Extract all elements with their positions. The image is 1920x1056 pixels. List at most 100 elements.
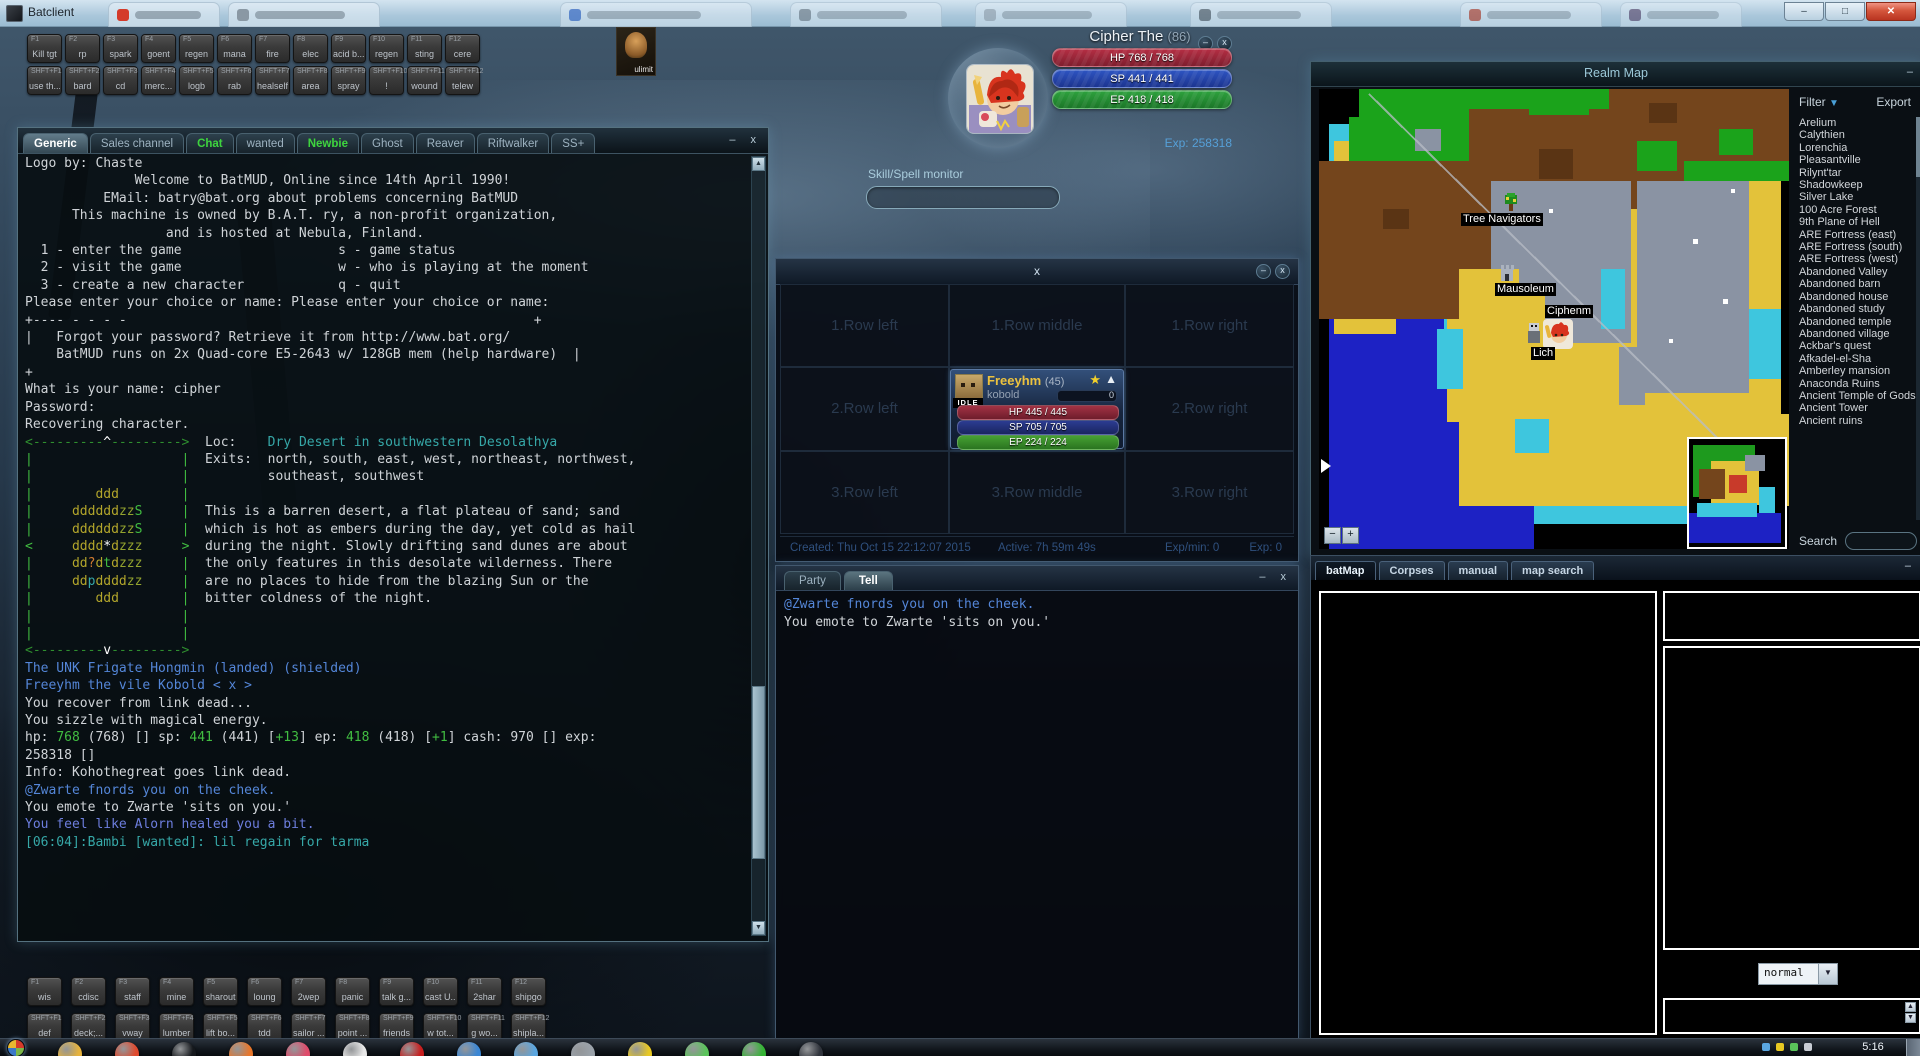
hotkey-button[interactable]: SHFT+F1 use th... bbox=[27, 66, 62, 95]
terminal-tab[interactable]: Sales channel bbox=[89, 133, 185, 153]
player-avatar[interactable] bbox=[966, 64, 1034, 134]
hotkey-button[interactable]: SHFT+F8 area bbox=[293, 66, 328, 95]
hotkey-button[interactable]: SHFT+F3 cd bbox=[103, 66, 138, 95]
realm-map-canvas[interactable]: Tree Navigators Mausoleum Ciphenm Lich −… bbox=[1319, 89, 1789, 549]
map-location-item[interactable]: Ackbar's quest bbox=[1799, 340, 1917, 352]
hotkey-button[interactable]: F4 goent bbox=[141, 34, 176, 63]
flash-icon[interactable] bbox=[400, 1042, 424, 1056]
terminal-window-controls[interactable]: – x bbox=[729, 134, 762, 146]
maximize-button[interactable]: □ bbox=[1825, 2, 1865, 21]
chat-window-controls[interactable]: – x bbox=[1259, 571, 1292, 583]
map-location-item[interactable]: Ancient ruins bbox=[1799, 415, 1917, 427]
background-browser-tab[interactable] bbox=[108, 2, 220, 27]
party-slot[interactable]: 2.Row right bbox=[1125, 367, 1294, 451]
party-member-card[interactable]: IDLE Freeyhm (45) ★ ▲ kobold 0 HP 445 / … bbox=[950, 368, 1124, 450]
hotkey-button[interactable]: SHFT+F6 rab bbox=[217, 66, 252, 95]
minimap-overview[interactable] bbox=[1687, 437, 1787, 549]
terminal-tab[interactable]: SS+ bbox=[551, 133, 596, 153]
minimize-button[interactable]: – bbox=[1784, 2, 1824, 21]
batmap-map-box[interactable] bbox=[1319, 591, 1657, 1035]
party-slot[interactable]: 2.Row left bbox=[780, 367, 949, 451]
map-location-item[interactable]: Silver Lake bbox=[1799, 191, 1917, 203]
map-location-item[interactable]: 100 Acre Forest bbox=[1799, 204, 1917, 216]
tray-icon[interactable] bbox=[1762, 1043, 1770, 1051]
tree-navigators-label[interactable]: Tree Navigators bbox=[1461, 213, 1543, 226]
white-ring-icon[interactable] bbox=[343, 1042, 367, 1056]
map-location-item[interactable]: Abandoned house bbox=[1799, 291, 1917, 303]
map-location-item[interactable]: Abandoned temple bbox=[1799, 316, 1917, 328]
map-mode-dropdown[interactable]: normal ▼ bbox=[1758, 963, 1838, 985]
hotkey-button[interactable]: F3 spark bbox=[103, 34, 138, 63]
photo-icon[interactable] bbox=[685, 1042, 709, 1056]
map-zoom-in-button[interactable]: + bbox=[1342, 527, 1359, 544]
hotkey-button[interactable]: F10 cast U... bbox=[423, 977, 458, 1006]
party-grid-titlebar[interactable]: x – x bbox=[776, 259, 1298, 285]
terminal-tab[interactable]: wanted bbox=[235, 133, 295, 153]
terminal-scrollbar[interactable]: ▲ ▼ bbox=[751, 156, 766, 936]
hotkey-button[interactable]: F12 shipgo bbox=[511, 977, 546, 1006]
terminal-tab[interactable]: Newbie bbox=[296, 133, 359, 153]
hotkey-button[interactable]: F8 panic bbox=[335, 977, 370, 1006]
background-browser-tab[interactable] bbox=[975, 2, 1127, 27]
hotkey-button[interactable]: F11 2shar bbox=[467, 977, 502, 1006]
party-slot[interactable]: 1.Row right bbox=[1125, 284, 1294, 368]
hotkey-button[interactable]: F2 cdisc bbox=[71, 977, 106, 1006]
blue-globe-icon[interactable] bbox=[457, 1042, 481, 1056]
party-slot[interactable]: 1.Row left bbox=[780, 284, 949, 368]
hotkey-button[interactable]: F5 sharout bbox=[203, 977, 238, 1006]
hotkey-button[interactable]: SHFT+F7 healself bbox=[255, 66, 290, 95]
dropdown-arrow-icon[interactable]: ▼ bbox=[1818, 964, 1837, 984]
map-location-item[interactable]: Lorenchia bbox=[1799, 142, 1917, 154]
map-location-item[interactable]: Anaconda Ruins bbox=[1799, 378, 1917, 390]
lich-icon[interactable] bbox=[1525, 321, 1543, 345]
hotkey-button[interactable]: F8 elec bbox=[293, 34, 328, 63]
chat-tab[interactable]: Party bbox=[784, 571, 841, 590]
map-location-item[interactable]: ARE Fortress (east) bbox=[1799, 229, 1917, 241]
hotkey-button[interactable]: F6 loung bbox=[247, 977, 282, 1006]
map-location-item[interactable]: Abandoned study bbox=[1799, 303, 1917, 315]
hotkey-button[interactable]: F10 regen bbox=[369, 34, 404, 63]
background-browser-tab[interactable] bbox=[1460, 2, 1602, 27]
hotkey-button[interactable]: F7 2wep bbox=[291, 977, 326, 1006]
background-browser-tab[interactable] bbox=[560, 2, 752, 27]
background-browser-tab[interactable] bbox=[1190, 2, 1332, 27]
scroll-down-icon[interactable]: ▼ bbox=[752, 921, 765, 935]
hotkey-button[interactable]: SHFT+F12 telew bbox=[445, 66, 483, 95]
map-location-item[interactable]: Shadowkeep bbox=[1799, 179, 1917, 191]
batmap-tab[interactable]: batMap bbox=[1315, 561, 1376, 580]
background-browser-tab[interactable] bbox=[228, 2, 380, 27]
search-input[interactable] bbox=[1845, 532, 1917, 550]
mausoleum-icon[interactable] bbox=[1499, 263, 1515, 281]
batmap-tab[interactable]: map search bbox=[1511, 561, 1595, 580]
map-location-item[interactable]: Abandoned village bbox=[1799, 328, 1917, 340]
scrollbar-thumb[interactable] bbox=[752, 686, 765, 860]
tray-icon[interactable] bbox=[1776, 1043, 1784, 1051]
hotkey-button[interactable]: SHFT+F10 ! bbox=[369, 66, 407, 95]
close-button[interactable]: ✕ bbox=[1866, 2, 1916, 21]
party-grid-close-button[interactable]: x bbox=[1275, 264, 1290, 279]
map-location-item[interactable]: Calythien bbox=[1799, 129, 1917, 141]
browser-red-icon[interactable] bbox=[115, 1042, 139, 1056]
hotkey-button[interactable]: F9 acid b... bbox=[331, 34, 366, 63]
hotkey-button[interactable]: F7 fire bbox=[255, 34, 290, 63]
player-map-avatar[interactable] bbox=[1543, 319, 1573, 349]
map-location-item[interactable]: ARE Fortress (south) bbox=[1799, 241, 1917, 253]
map-location-item[interactable]: Arelium bbox=[1799, 117, 1917, 129]
lightning-icon[interactable] bbox=[628, 1042, 652, 1056]
hotkey-button[interactable]: F4 mine bbox=[159, 977, 194, 1006]
ulimit-avatar-tile[interactable]: ulimit bbox=[616, 27, 656, 76]
hotkey-button[interactable]: SHFT+F9 spray bbox=[331, 66, 366, 95]
location-list-scrollbar[interactable] bbox=[1916, 117, 1920, 520]
hotkey-button[interactable]: SHFT+F5 logb bbox=[179, 66, 214, 95]
batmap-minimize-button[interactable]: – bbox=[1905, 560, 1911, 572]
folder-icon[interactable] bbox=[58, 1042, 82, 1056]
show-desktop-button[interactable] bbox=[1906, 1039, 1920, 1056]
map-location-item[interactable]: Pleasantville bbox=[1799, 154, 1917, 166]
map-location-item[interactable]: Ancient Temple of Gods bbox=[1799, 390, 1917, 402]
terminal-tab[interactable]: Riftwalker bbox=[476, 133, 550, 153]
batmap-tab[interactable]: manual bbox=[1447, 561, 1509, 580]
map-slider-handle[interactable] bbox=[1321, 459, 1331, 473]
mausoleum-label[interactable]: Mausoleum bbox=[1495, 283, 1556, 296]
stepper-control[interactable]: ▲ ▼ bbox=[1905, 1002, 1916, 1024]
map-location-item[interactable]: Rilynt'tar bbox=[1799, 167, 1917, 179]
